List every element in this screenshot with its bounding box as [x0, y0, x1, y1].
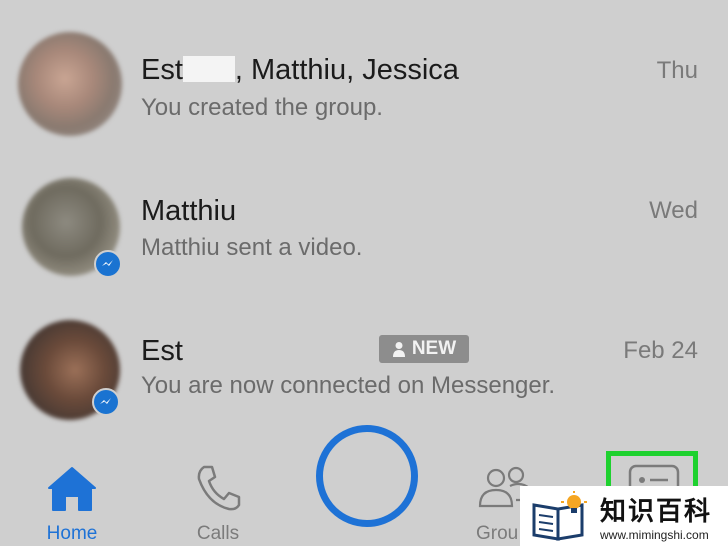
person-icon	[392, 342, 405, 357]
conversation-name-part: , Matthiu, Jessica	[234, 54, 459, 86]
timestamp: Thu	[656, 57, 698, 84]
capture-button[interactable]	[316, 425, 418, 527]
tab-calls[interactable]: Calls	[158, 458, 278, 546]
message-preview: Matthiu sent a video.	[141, 234, 363, 261]
message-preview: You created the group.	[141, 94, 383, 121]
message-preview: You are now connected on Messenger.	[141, 372, 556, 399]
new-contact-badge: NEW	[379, 335, 469, 363]
conversation-name: Est	[141, 335, 183, 367]
avatar	[18, 32, 122, 136]
conversation-name: Est , Matthiu, Jessica	[141, 54, 459, 87]
phone-icon	[197, 465, 241, 511]
conversation-name: Matthiu	[141, 195, 237, 227]
messenger-badge-icon	[92, 388, 120, 416]
watermark-title: 知识百科	[600, 495, 713, 526]
tab-label: Calls	[196, 523, 240, 544]
redacted-text	[182, 56, 235, 82]
timestamp: Wed	[649, 197, 698, 224]
watermark-url: www.mimingshi.com	[600, 527, 709, 542]
messenger-badge-icon	[94, 250, 122, 278]
conversation-row[interactable]: Est , Matthiu, Jessica You created the gr…	[0, 0, 728, 140]
tab-home[interactable]: Home	[12, 458, 132, 546]
new-label: NEW	[411, 338, 457, 359]
home-icon	[48, 467, 96, 511]
tab-label: Home	[46, 523, 98, 544]
timestamp: Feb 24	[623, 337, 698, 364]
watermark: 知识百科 www.mimingshi.com	[520, 486, 728, 546]
conversation-name-part: Est	[141, 54, 183, 86]
book-lightbulb-logo	[532, 491, 587, 541]
